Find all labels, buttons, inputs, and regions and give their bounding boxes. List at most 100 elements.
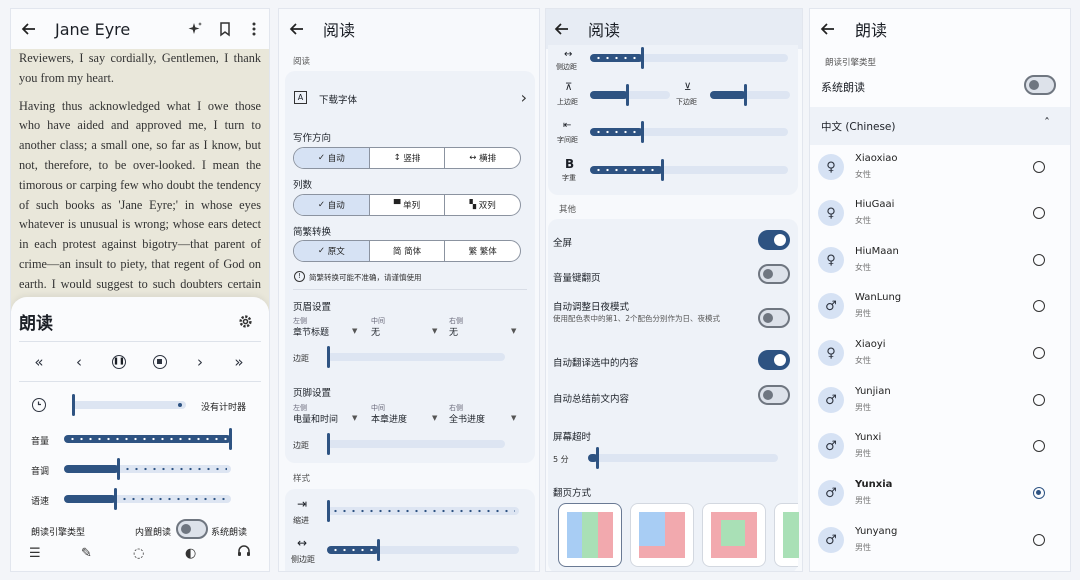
- segment-option[interactable]: ▀ 单列: [370, 195, 446, 215]
- voice-radio[interactable]: [1033, 534, 1045, 546]
- voice-radio[interactable]: [1033, 487, 1045, 499]
- next-icon[interactable]: ›: [190, 353, 210, 371]
- bottom-margin-slider[interactable]: [710, 84, 790, 106]
- fullscreen-toggle[interactable]: [758, 230, 790, 250]
- male-icon: ♂: [818, 527, 844, 553]
- dropdown-arrow-icon[interactable]: ▼: [511, 327, 516, 335]
- voice-name: Xiaoxiao: [855, 153, 898, 164]
- back-arrow-icon[interactable]: [17, 17, 41, 41]
- segment-option[interactable]: ✓ 原文: [294, 241, 370, 261]
- system-tts-label: 系统朗读: [821, 81, 865, 94]
- header-right-select[interactable]: 无: [449, 325, 458, 338]
- toc-icon[interactable]: ☰: [29, 546, 41, 561]
- dropdown-arrow-icon[interactable]: ▼: [511, 414, 516, 422]
- voice-radio[interactable]: [1033, 254, 1045, 266]
- voice-radio[interactable]: [1033, 440, 1045, 452]
- volume-key-toggle[interactable]: [758, 264, 790, 284]
- segment-option[interactable]: ✓ 自动: [294, 195, 370, 215]
- footer-margin-slider[interactable]: [327, 433, 505, 455]
- segment-option[interactable]: ✓ 自动: [294, 148, 370, 168]
- speed-slider[interactable]: [64, 488, 231, 510]
- voice-row[interactable]: ♂ WanLung 男性: [810, 284, 1070, 330]
- font-weight-slider[interactable]: [590, 159, 788, 181]
- letter-spacing-slider[interactable]: [590, 121, 788, 143]
- language-header[interactable]: 中文 (Chinese) ˆ: [810, 107, 1070, 145]
- gear-icon[interactable]: [233, 309, 257, 333]
- auto-summary-toggle[interactable]: [758, 385, 790, 405]
- voice-name: Yunxi: [855, 432, 882, 443]
- male-icon: ♂: [818, 293, 844, 319]
- voice-radio[interactable]: [1033, 300, 1045, 312]
- chevron-right-icon[interactable]: ›: [521, 88, 527, 107]
- skip-back-icon[interactable]: «: [29, 353, 49, 371]
- voice-gender: 男性: [855, 449, 871, 458]
- back-arrow-icon[interactable]: [285, 17, 309, 41]
- voice-row[interactable]: ♂ Yunyang 男性: [810, 518, 1070, 564]
- back-arrow-icon[interactable]: [550, 17, 574, 41]
- back-arrow-icon[interactable]: [816, 17, 840, 41]
- voice-row[interactable]: ♀ Xiaoxiao 女性: [810, 145, 1070, 191]
- bookmark-icon[interactable]: [213, 17, 237, 41]
- voice-name: Xiaoyi: [855, 339, 886, 350]
- timer-slider[interactable]: [72, 394, 186, 416]
- dropdown-arrow-icon[interactable]: ▼: [352, 414, 357, 422]
- screen-timeout-slider[interactable]: [588, 447, 778, 469]
- header-mid-select[interactable]: 无: [371, 325, 380, 338]
- download-font-label[interactable]: 下载字体: [319, 92, 357, 106]
- page-turn-option[interactable]: [630, 503, 694, 567]
- system-tts-toggle[interactable]: [1024, 75, 1056, 95]
- voice-radio[interactable]: [1033, 161, 1045, 173]
- segment-option[interactable]: 简 简体: [370, 241, 446, 261]
- page-turn-label: 翻页方式: [553, 488, 592, 499]
- page-turn-option[interactable]: [558, 503, 622, 567]
- skip-forward-icon[interactable]: »: [229, 353, 249, 371]
- footer-right-select[interactable]: 全书进度: [449, 412, 485, 425]
- language-label: 中文 (Chinese): [821, 121, 896, 133]
- voice-radio[interactable]: [1033, 347, 1045, 359]
- sparkle-icon[interactable]: [183, 17, 207, 41]
- voice-row[interactable]: ♂ Yunxi 男性: [810, 424, 1070, 470]
- segment-option[interactable]: ↕ 竖排: [370, 148, 446, 168]
- voice-row[interactable]: ♂ Yunxia 男性: [810, 471, 1070, 517]
- tts-engine-toggle[interactable]: [176, 519, 208, 539]
- voice-radio[interactable]: [1033, 394, 1045, 406]
- footer-left-select[interactable]: 电量和时间: [293, 412, 338, 425]
- page-turn-option[interactable]: [774, 503, 799, 567]
- previous-icon[interactable]: ‹: [69, 353, 89, 371]
- conversion-segmented[interactable]: ✓ 原文 简 简体 繁 繁体: [293, 240, 521, 262]
- auto-day-night-toggle[interactable]: [758, 308, 790, 328]
- pitch-slider[interactable]: [64, 458, 231, 480]
- segment-option[interactable]: ↔ 横排: [445, 148, 520, 168]
- page-turn-option[interactable]: [702, 503, 766, 567]
- voice-gender: 女性: [855, 170, 871, 179]
- pause-icon[interactable]: ❚❚: [112, 355, 126, 369]
- top-margin-slider[interactable]: [590, 84, 670, 106]
- voice-row[interactable]: ♂ Yunjian 男性: [810, 378, 1070, 424]
- voice-row[interactable]: ♀ HiuMaan 女性: [810, 238, 1070, 284]
- dropdown-arrow-icon[interactable]: ▼: [432, 327, 437, 335]
- progress-icon[interactable]: ◌: [133, 546, 144, 561]
- dropdown-arrow-icon[interactable]: ▼: [432, 414, 437, 422]
- dropdown-arrow-icon[interactable]: ▼: [352, 327, 357, 335]
- more-vert-icon[interactable]: [242, 17, 266, 41]
- auto-translate-toggle[interactable]: [758, 350, 790, 370]
- voice-row[interactable]: ♀ Xiaoyi 女性: [810, 331, 1070, 377]
- columns-segmented[interactable]: ✓ 自动 ▀ 单列 ▚ 双列: [293, 194, 521, 216]
- voice-row[interactable]: ♀ HiuGaai 女性: [810, 191, 1070, 237]
- chevron-up-icon[interactable]: ˆ: [1044, 116, 1050, 130]
- voice-radio[interactable]: [1033, 207, 1045, 219]
- pen-icon[interactable]: ✎: [81, 546, 92, 561]
- header-left-select[interactable]: 章节标题: [293, 325, 329, 338]
- indent-slider[interactable]: [327, 500, 519, 522]
- side-margin-slider[interactable]: [590, 47, 788, 69]
- segment-option[interactable]: 繁 繁体: [445, 241, 520, 261]
- header-margin-slider[interactable]: [327, 346, 505, 368]
- volume-slider[interactable]: [64, 428, 232, 450]
- palette-icon[interactable]: ◐: [185, 546, 196, 561]
- side-margin-slider[interactable]: [327, 539, 519, 561]
- stop-icon[interactable]: [153, 355, 167, 369]
- segment-option[interactable]: ▚ 双列: [445, 195, 520, 215]
- writing-direction-segmented[interactable]: ✓ 自动 ↕ 竖排 ↔ 横排: [293, 147, 521, 169]
- headphones-icon[interactable]: [237, 544, 251, 561]
- footer-mid-select[interactable]: 本章进度: [371, 412, 407, 425]
